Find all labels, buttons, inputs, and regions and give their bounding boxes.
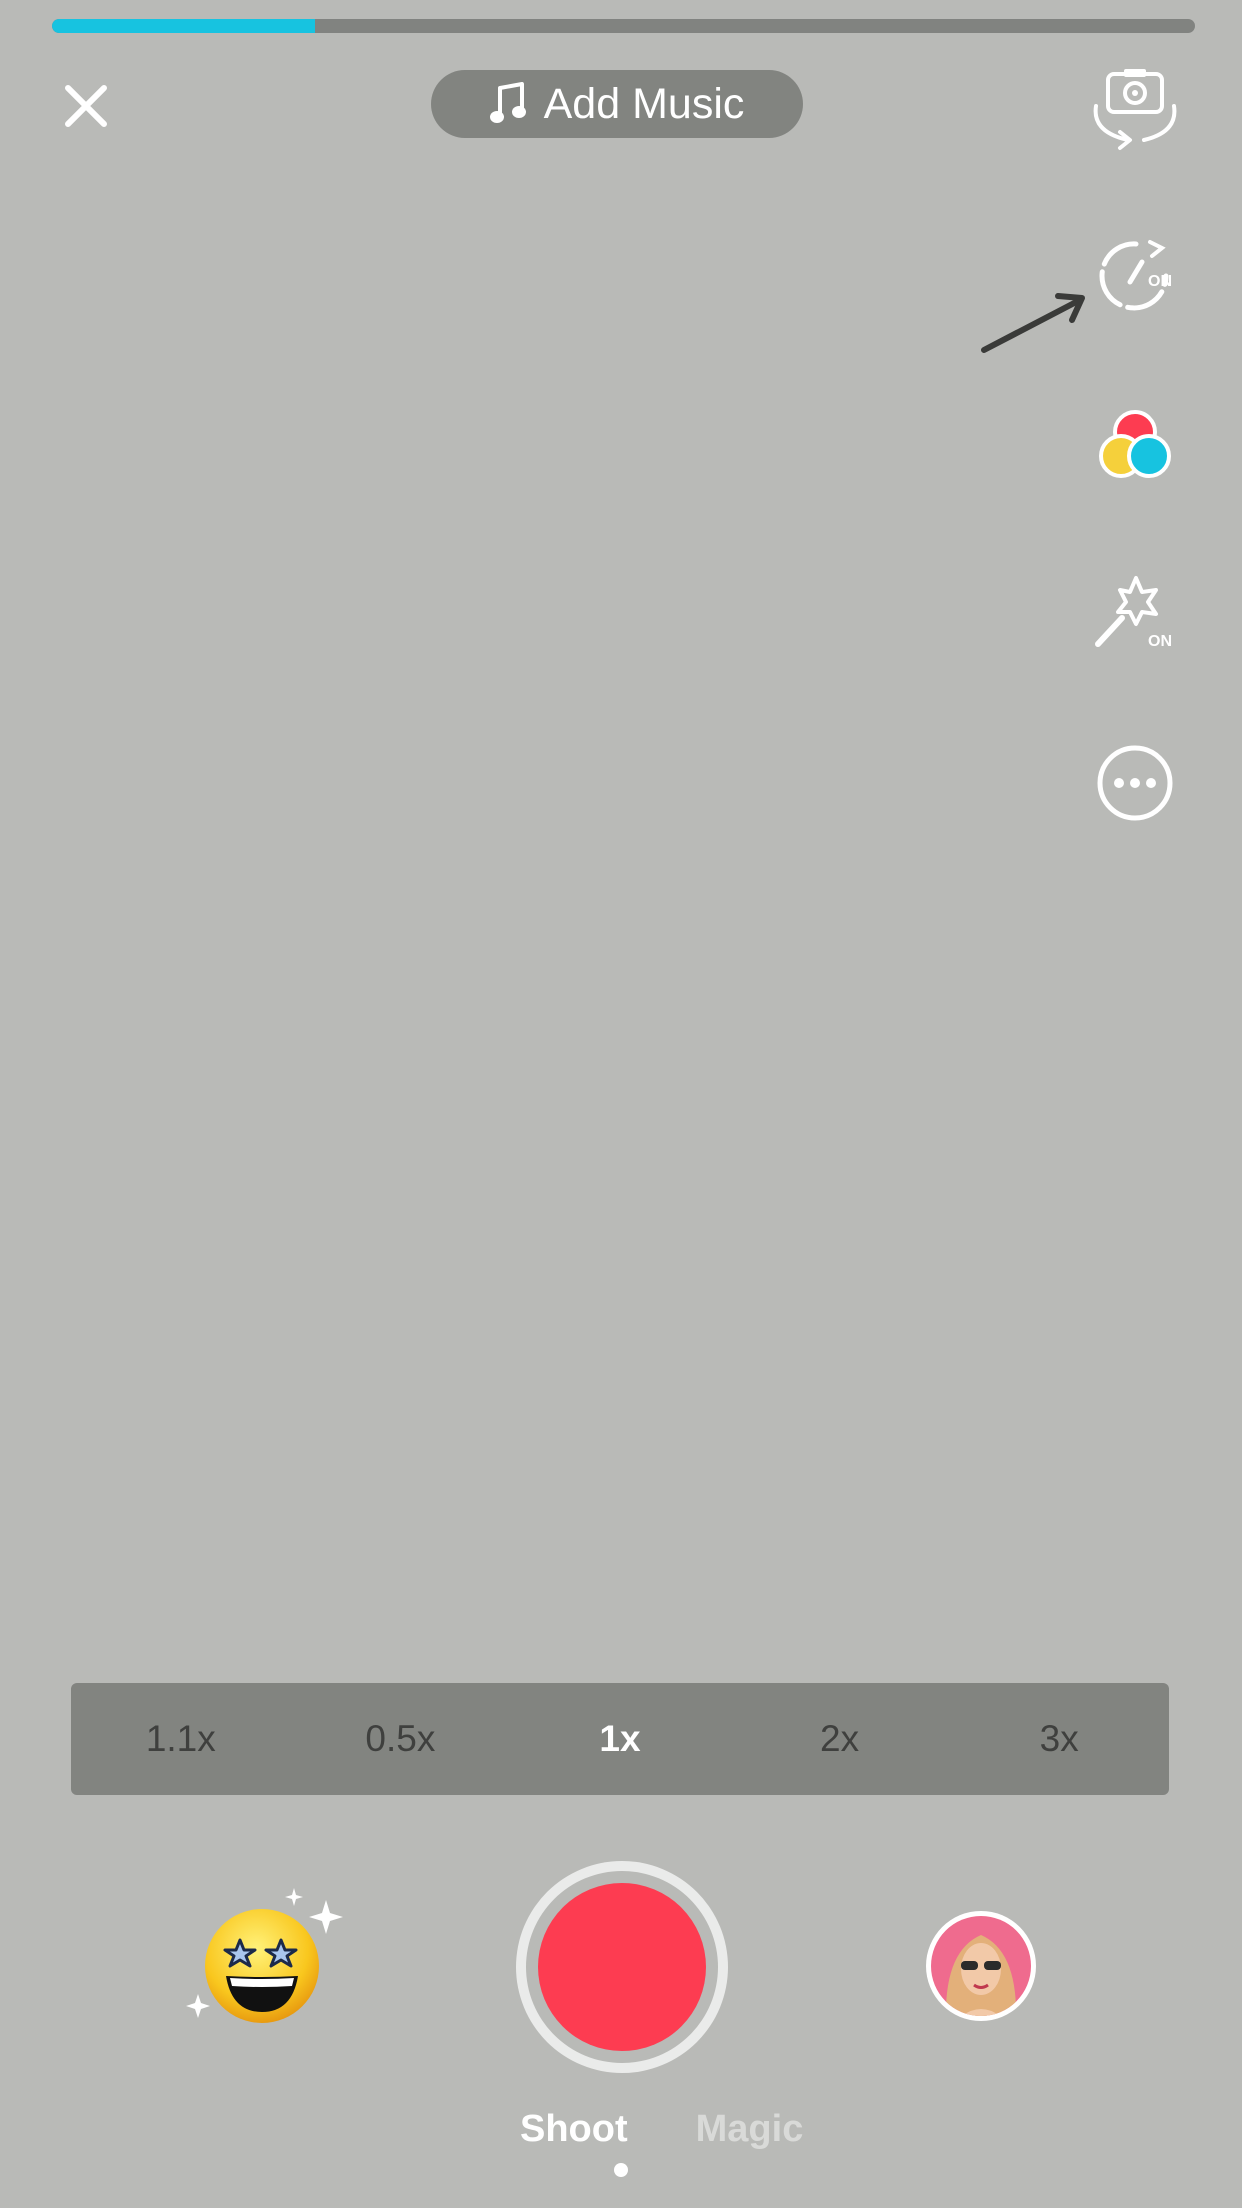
hint-arrow-icon [981,293,1085,353]
flip-camera-icon [1093,69,1177,150]
speed-option-1x[interactable]: 1x [510,1718,730,1760]
speed-option-1-1x[interactable]: 1.1x [71,1718,291,1760]
flip-camera-button[interactable] [1088,66,1182,152]
close-icon [65,85,107,127]
more-options-button[interactable] [1092,740,1178,826]
filters-button[interactable] [1092,404,1178,490]
user-avatar-icon [928,1913,1034,2019]
star-eyes-emoji-icon [186,1888,343,2023]
add-music-button[interactable]: Add Music [431,70,803,138]
beauty-button[interactable]: ON [1092,572,1178,658]
close-button[interactable] [52,72,120,140]
beauty-badge: ON [1148,633,1172,650]
mode-tabs: Shoot Magic [520,2108,880,2164]
speedometer-icon: ON [1099,240,1172,311]
template-avatar-button[interactable] [926,1911,1036,2021]
tab-magic[interactable]: Magic [696,2108,804,2164]
active-tab-indicator [614,2163,628,2177]
record-button[interactable] [516,1861,728,2073]
magic-wand-icon: ON [1095,576,1172,650]
speed-option-0-5x[interactable]: 0.5x [291,1718,511,1760]
stickers-button[interactable] [180,1880,350,2030]
more-options-icon [1097,745,1173,821]
speed-timer-button[interactable]: ON [1092,236,1178,322]
record-button-core [538,1883,706,2051]
speed-badge: ON [1148,273,1172,290]
recording-progress-bar [52,19,1195,33]
recording-progress-fill [52,19,315,33]
speed-option-2x[interactable]: 2x [730,1718,950,1760]
music-note-icon [489,82,526,123]
speed-selector: 1.1x 0.5x 1x 2x 3x [71,1683,1169,1795]
speed-option-3x[interactable]: 3x [949,1718,1169,1760]
color-filter-icon [1099,410,1171,478]
tab-shoot[interactable]: Shoot [520,2108,628,2164]
add-music-label: Add Music [543,79,745,128]
